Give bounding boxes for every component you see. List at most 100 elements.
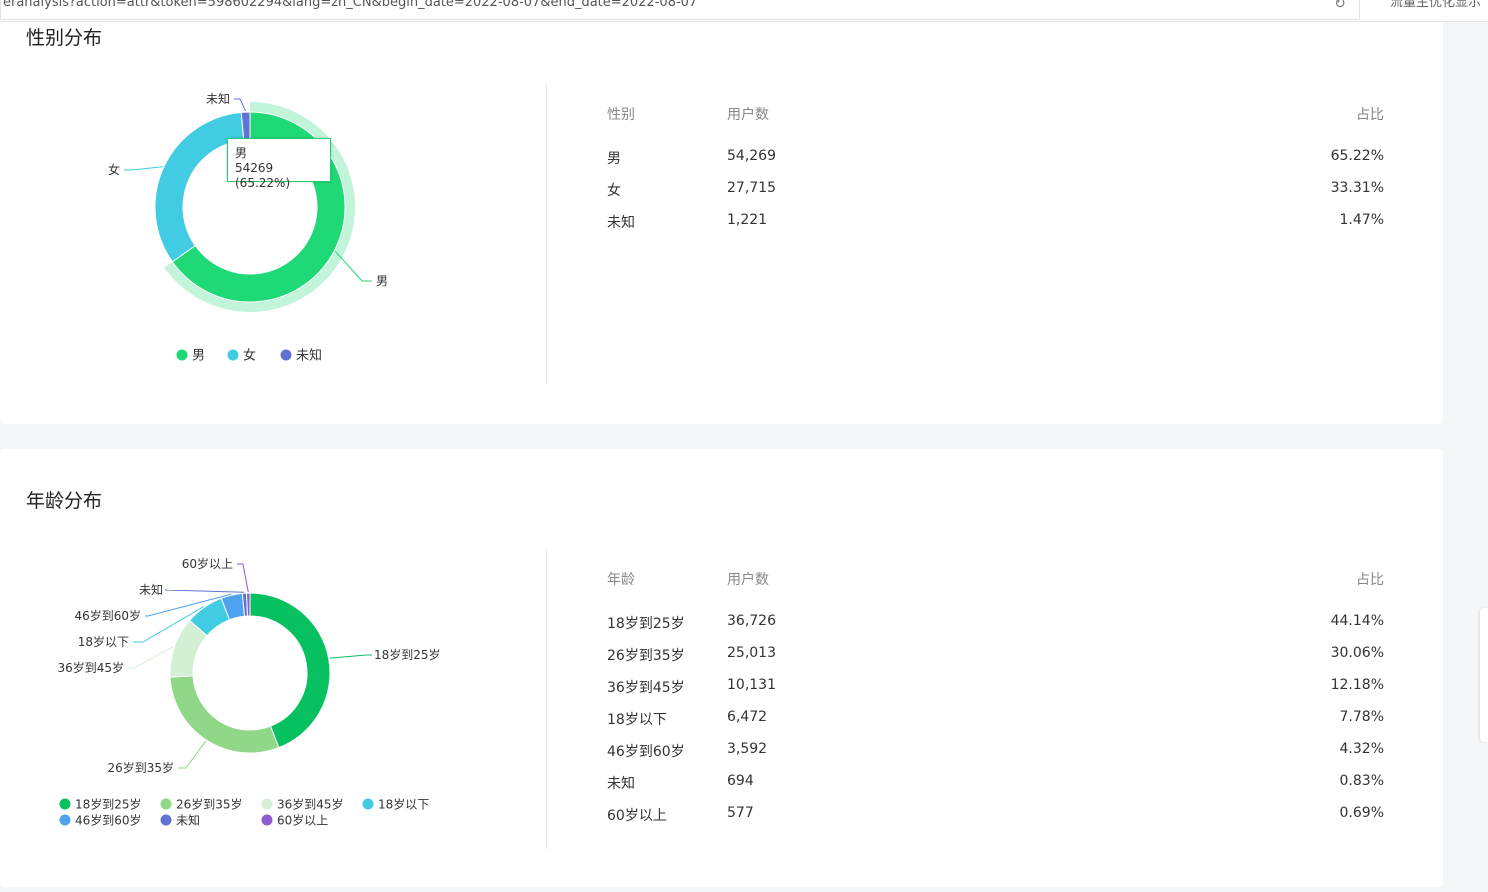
- browser-side-text: 流量主优化显示: [1390, 0, 1482, 10]
- slice-label: 未知: [139, 583, 163, 597]
- tooltip-label: 男: [235, 146, 248, 160]
- header-users: 用户数: [727, 572, 769, 588]
- row-users: 694: [727, 773, 754, 789]
- slice-label: 26岁到35岁: [107, 760, 174, 775]
- legend-marker[interactable]: [59, 814, 71, 826]
- legend-marker[interactable]: [59, 798, 71, 810]
- table-row: 46岁到60岁 3,592 4.32%: [607, 741, 1384, 773]
- legend-label[interactable]: 未知: [296, 348, 322, 364]
- legend-marker[interactable]: [227, 349, 239, 361]
- legend-label[interactable]: 女: [243, 348, 256, 364]
- slice-label: 未知: [206, 92, 230, 106]
- label-leader-line: [178, 740, 207, 769]
- header-users: 用户数: [727, 107, 769, 123]
- row-users: 54,269: [727, 148, 776, 164]
- row-label: 36岁到45岁: [607, 680, 685, 696]
- row-pct: 7.78%: [1339, 709, 1384, 725]
- table-row: 女 27,715 33.31%: [607, 180, 1384, 212]
- row-label: 18岁以下: [607, 712, 667, 728]
- label-leader-line: [164, 589, 245, 593]
- header-gender: 性别: [607, 107, 635, 123]
- row-label: 46岁到60岁: [607, 744, 685, 760]
- row-pct: 0.69%: [1339, 805, 1384, 821]
- slice-label: 18岁以下: [78, 634, 129, 649]
- table-row: 26岁到35岁 25,013 30.06%: [607, 645, 1384, 677]
- header-ratio: 占比: [1356, 572, 1384, 588]
- row-pct: 4.32%: [1339, 741, 1384, 757]
- row-users: 27,715: [727, 180, 776, 196]
- row-pct: 0.83%: [1339, 773, 1384, 789]
- legend-label[interactable]: 60岁以上: [277, 813, 328, 828]
- row-users: 6,472: [727, 709, 768, 725]
- legend-label[interactable]: 18岁到25岁: [75, 797, 142, 812]
- row-label: 18岁到25岁: [607, 616, 685, 632]
- row-pct: 12.18%: [1330, 677, 1384, 693]
- row-label: 26岁到35岁: [607, 648, 685, 664]
- row-users: 1,221: [727, 212, 768, 228]
- donut-slice-6[interactable]: [245, 592, 251, 617]
- label-leader-line: [329, 654, 372, 659]
- gender-donut-chart: 男女未知男女未知: [108, 92, 388, 364]
- legend-marker[interactable]: [160, 798, 172, 810]
- row-pct: 44.14%: [1330, 613, 1384, 629]
- legend-label[interactable]: 36岁到45岁: [277, 797, 344, 812]
- slice-label: 46岁到60岁: [74, 608, 141, 623]
- label-leader-line: [237, 563, 249, 593]
- row-label: 未知: [607, 215, 635, 231]
- row-pct: 65.22%: [1330, 148, 1384, 164]
- reload-icon[interactable]: ↻: [1330, 0, 1350, 14]
- chart-tooltip: 男 54269 (65.22%): [227, 138, 331, 190]
- legend-marker[interactable]: [160, 814, 172, 826]
- donut-slice-0[interactable]: [249, 592, 331, 749]
- row-label: 男: [607, 151, 621, 167]
- row-pct: 30.06%: [1330, 645, 1384, 661]
- header-ratio: 占比: [1356, 107, 1384, 123]
- url-field[interactable]: eranalysis?action=attr&token=598602294&l…: [0, 0, 1360, 20]
- side-scroll-handle[interactable]: [1480, 608, 1488, 742]
- table-row: 未知 1,221 1.47%: [607, 212, 1384, 244]
- table-row: 36岁到45岁 10,131 12.18%: [607, 677, 1384, 709]
- donut-slice-1[interactable]: [154, 111, 245, 263]
- row-label: 60岁以上: [607, 808, 667, 824]
- table-header: 年龄 用户数 占比: [607, 569, 1384, 613]
- table-row: 18岁以下 6,472 7.78%: [607, 709, 1384, 741]
- gender-distribution-card: 性别分布 男女未知男女未知 男 54269 (65.22%) 性别 用户数 占比…: [0, 22, 1443, 424]
- table-row: 60岁以上 577 0.69%: [607, 805, 1384, 837]
- legend-label[interactable]: 未知: [176, 814, 200, 828]
- header-age: 年龄: [607, 572, 635, 588]
- table-row: 18岁到25岁 36,726 44.14%: [607, 613, 1384, 645]
- donut-slice-1[interactable]: [169, 675, 280, 754]
- row-users: 10,131: [727, 677, 776, 693]
- row-label: 未知: [607, 776, 635, 792]
- row-pct: 1.47%: [1339, 212, 1384, 228]
- label-leader-line: [234, 98, 247, 112]
- legend-label[interactable]: 26岁到35岁: [176, 797, 243, 812]
- age-distribution-card: 年龄分布 18岁到25岁 26岁到35岁 36岁到45岁 18岁以下 46岁到60岁 未知…: [0, 449, 1443, 887]
- legend-marker[interactable]: [280, 349, 292, 361]
- table-header: 性别 用户数 占比: [607, 104, 1384, 148]
- age-table: 年龄 用户数 占比 18岁到25岁 36,726 44.14% 26岁到35岁 …: [607, 569, 1384, 837]
- legend-marker[interactable]: [176, 349, 188, 361]
- slice-label: 女: [108, 162, 120, 177]
- slice-label: 36岁到45岁: [57, 660, 124, 675]
- row-users: 577: [727, 805, 754, 821]
- legend-marker[interactable]: [261, 798, 273, 810]
- legend-marker[interactable]: [261, 814, 273, 826]
- legend-label[interactable]: 46岁到60岁: [75, 813, 142, 828]
- legend-label[interactable]: 男: [192, 349, 205, 364]
- label-leader-line: [128, 646, 174, 669]
- row-users: 3,592: [727, 741, 768, 757]
- gender-table: 性别 用户数 占比 男 54,269 65.22% 女 27,715 33.31…: [607, 104, 1384, 244]
- row-pct: 33.31%: [1330, 180, 1384, 196]
- legend-label[interactable]: 18岁以下: [378, 797, 429, 812]
- slice-label: 60岁以上: [182, 556, 233, 571]
- card-divider: [546, 549, 547, 849]
- slice-label: 18岁到25岁: [374, 647, 441, 662]
- legend-marker[interactable]: [362, 798, 374, 810]
- label-leader-line: [124, 166, 163, 171]
- card-divider: [546, 84, 547, 384]
- row-label: 女: [607, 183, 621, 199]
- table-row: 男 54,269 65.22%: [607, 148, 1384, 180]
- slice-label: 男: [376, 274, 388, 288]
- age-donut-chart: 18岁到25岁26岁到35岁36岁到45岁18岁以下46岁到60岁未知60岁以上…: [57, 556, 441, 828]
